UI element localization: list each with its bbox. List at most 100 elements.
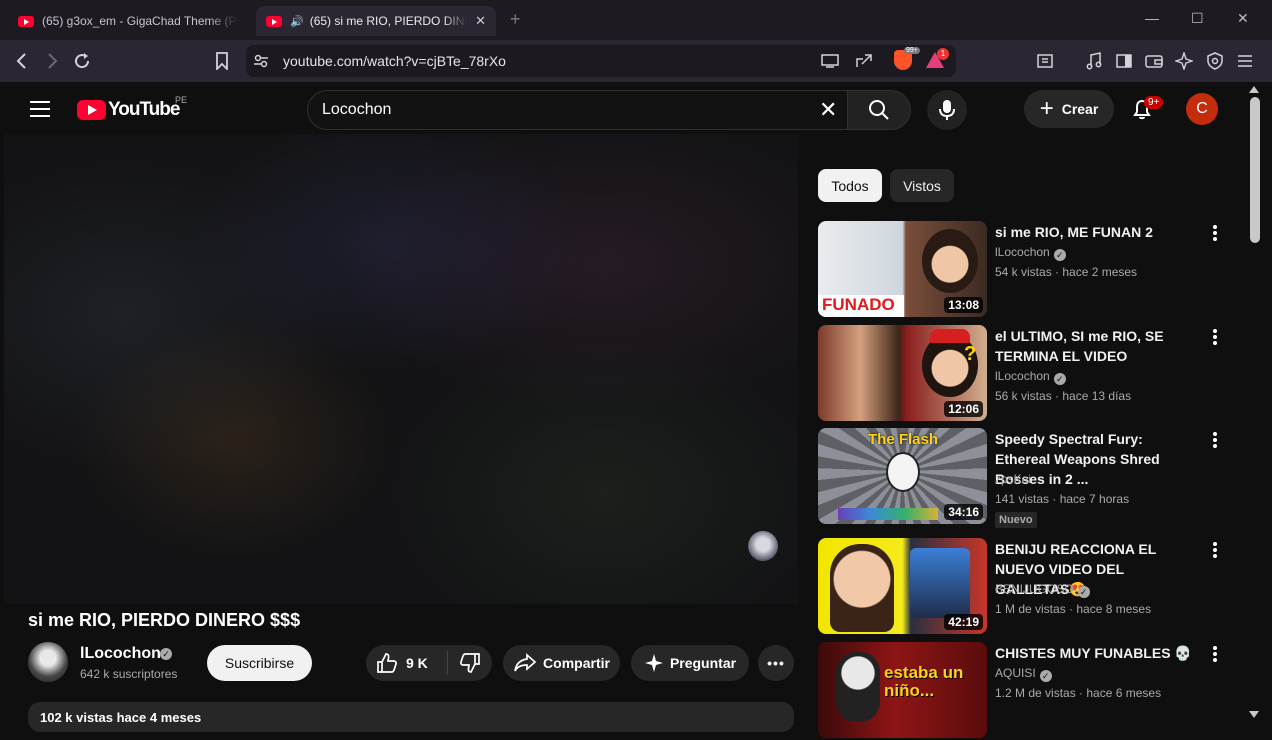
video-thumbnail[interactable]: 42:19 xyxy=(818,538,987,634)
channel-name[interactable]: lLocochon xyxy=(80,645,161,663)
back-button[interactable] xyxy=(11,50,33,72)
subscriber-count: 642 k suscriptores xyxy=(80,667,178,681)
video-duration: 13:08 xyxy=(944,297,983,313)
notification-count-badge: 9+ xyxy=(1144,96,1164,109)
new-badge: Nuevo xyxy=(995,512,1037,528)
chip-all[interactable]: Todos xyxy=(818,169,882,202)
like-count: 9 K xyxy=(406,655,428,671)
more-options-icon[interactable] xyxy=(1210,329,1220,347)
plus-icon: + xyxy=(1039,95,1054,122)
recommendation-title: el ULTIMO, SI me RIO, SE TERMINA EL VIDE… xyxy=(995,328,1164,364)
browser-tab-gigachad[interactable]: (65) g3ox_em - GigaChad Theme (Ph xyxy=(8,6,248,36)
tab-title: (65) si me RIO, PIERDO DINER xyxy=(309,14,468,28)
like-button[interactable]: 9 K xyxy=(366,651,448,675)
recommendation-title: si me RIO, ME FUNAN 2 xyxy=(995,224,1153,240)
reload-button[interactable] xyxy=(71,50,93,72)
youtube-page: YouTube PE Locochon ✕ + Crear 9+ C si me… xyxy=(0,82,1272,738)
recommendation-channel: lLocochon ✓ xyxy=(995,245,1066,261)
page-scrollbar[interactable] xyxy=(1250,97,1260,243)
recommendation-item[interactable]: FUNADO 13:08 si me RIO, ME FUNAN 2 lLoco… xyxy=(818,221,1228,319)
close-window-button[interactable]: ✕ xyxy=(1237,10,1249,27)
sparkle-icon xyxy=(644,654,663,672)
microphone-icon xyxy=(939,100,955,120)
shield-count-badge: 99+ xyxy=(904,47,920,54)
share-page-icon[interactable] xyxy=(853,50,875,72)
close-tab-icon[interactable]: ✕ xyxy=(475,13,486,29)
voice-search-button[interactable] xyxy=(927,90,967,130)
recommendation-meta: 1 M de vistas · hace 8 meses xyxy=(995,602,1152,616)
recommendation-meta: 56 k vistas · hace 13 días xyxy=(995,389,1132,403)
share-button[interactable]: Compartir xyxy=(503,645,620,681)
country-code: PE xyxy=(175,95,188,105)
browser-tab-strip: (65) g3ox_em - GigaChad Theme (Ph 🔊 (65)… xyxy=(0,0,1272,40)
verified-icon: ✓ xyxy=(1077,586,1090,598)
rewards-count-badge: 1 xyxy=(937,48,949,60)
scroll-up-arrow[interactable] xyxy=(1249,86,1259,93)
create-label: Crear xyxy=(1061,101,1099,117)
ask-button[interactable]: Preguntar xyxy=(631,645,749,681)
media-music-icon[interactable] xyxy=(1083,50,1105,72)
create-button[interactable]: + Crear xyxy=(1024,90,1114,128)
sidebar-toggle-icon[interactable] xyxy=(1113,50,1135,72)
more-options-icon[interactable] xyxy=(1210,542,1220,560)
recommendation-channel: zpsKai xyxy=(995,472,1032,486)
thumbnail-caption: FUNADO xyxy=(822,295,895,314)
dislike-button[interactable] xyxy=(448,652,492,674)
video-duration: 34:16 xyxy=(944,504,983,520)
search-button[interactable] xyxy=(847,90,911,130)
recommendation-item[interactable]: 42:19 BENIJU REACCIONA EL NUEVO VIDEO DE… xyxy=(818,538,1228,636)
ask-label: Preguntar xyxy=(669,655,737,671)
youtube-play-icon xyxy=(77,100,106,120)
more-options-icon[interactable] xyxy=(1210,646,1220,664)
account-avatar[interactable]: C xyxy=(1186,93,1218,125)
video-thumbnail[interactable]: FUNADO 13:08 xyxy=(818,221,987,317)
scroll-down-arrow[interactable] xyxy=(1249,711,1259,718)
guide-menu-icon[interactable] xyxy=(30,101,50,117)
recommendation-meta: 1.2 M de vistas · hace 6 meses xyxy=(995,686,1162,700)
more-options-icon[interactable] xyxy=(1210,225,1220,243)
site-settings-icon[interactable] xyxy=(250,50,272,72)
clear-search-icon[interactable]: ✕ xyxy=(819,97,837,123)
video-thumbnail[interactable]: ? 12:06 xyxy=(818,325,987,421)
tab-title: (65) g3ox_em - GigaChad Theme (Ph xyxy=(42,14,238,28)
video-thumbnail[interactable]: The Flash 34:16 xyxy=(818,428,987,524)
browser-tab-current[interactable]: 🔊 (65) si me RIO, PIERDO DINER ✕ xyxy=(256,6,496,36)
verified-icon: ✓ xyxy=(1053,373,1066,385)
recommendation-item[interactable]: ? 12:06 el ULTIMO, SI me RIO, SE TERMINA… xyxy=(818,325,1228,423)
vpn-shield-icon[interactable] xyxy=(1204,50,1226,72)
wallet-icon[interactable] xyxy=(1143,50,1165,72)
player-watermark-icon xyxy=(748,531,778,561)
video-duration: 42:19 xyxy=(944,614,983,630)
recommendation-meta: 141 vistas · hace 7 horas xyxy=(995,492,1130,506)
speaker-icon[interactable]: 🔊 xyxy=(290,15,304,28)
channel-avatar[interactable] xyxy=(28,642,68,682)
cast-icon[interactable] xyxy=(819,50,841,72)
recommendation-title: CHISTES MUY FUNABLES 💀 xyxy=(995,645,1192,661)
recommendation-item[interactable]: The Flash 34:16 Speedy Spectral Fury: Et… xyxy=(818,428,1228,528)
thumbs-up-icon xyxy=(377,653,397,673)
minimize-button[interactable]: — xyxy=(1145,10,1159,26)
forward-button[interactable] xyxy=(41,50,63,72)
new-tab-button[interactable]: + xyxy=(510,9,521,30)
recommendation-channel: AQUISI ✓ xyxy=(995,666,1052,682)
share-label: Compartir xyxy=(543,655,610,671)
tab-search-icon[interactable] xyxy=(1034,50,1056,72)
subscribe-button[interactable]: Suscribirse xyxy=(207,645,312,681)
thumbnail-caption: The Flash xyxy=(868,431,939,448)
maximize-button[interactable]: ☐ xyxy=(1191,10,1204,27)
browser-menu-icon[interactable] xyxy=(1234,50,1256,72)
chip-watched[interactable]: Vistos xyxy=(890,169,954,202)
bookmark-icon[interactable] xyxy=(211,50,233,72)
video-thumbnail[interactable]: estaba un niño... xyxy=(818,642,987,738)
more-actions-button[interactable]: ••• xyxy=(758,645,794,681)
more-options-icon[interactable] xyxy=(1210,432,1220,450)
verified-icon: ✓ xyxy=(1053,249,1066,261)
leo-ai-icon[interactable] xyxy=(1173,50,1195,72)
video-player[interactable] xyxy=(4,134,798,604)
recommendation-item[interactable]: estaba un niño... CHISTES MUY FUNABLES 💀… xyxy=(818,642,1228,740)
search-query: Locochon xyxy=(322,101,392,118)
video-duration: 12:06 xyxy=(944,401,983,417)
recommendation-channel: BENIJUGOSO ✓ xyxy=(995,582,1090,598)
like-dislike-group: 9 K xyxy=(366,645,492,681)
youtube-logo[interactable]: YouTube xyxy=(77,99,180,121)
